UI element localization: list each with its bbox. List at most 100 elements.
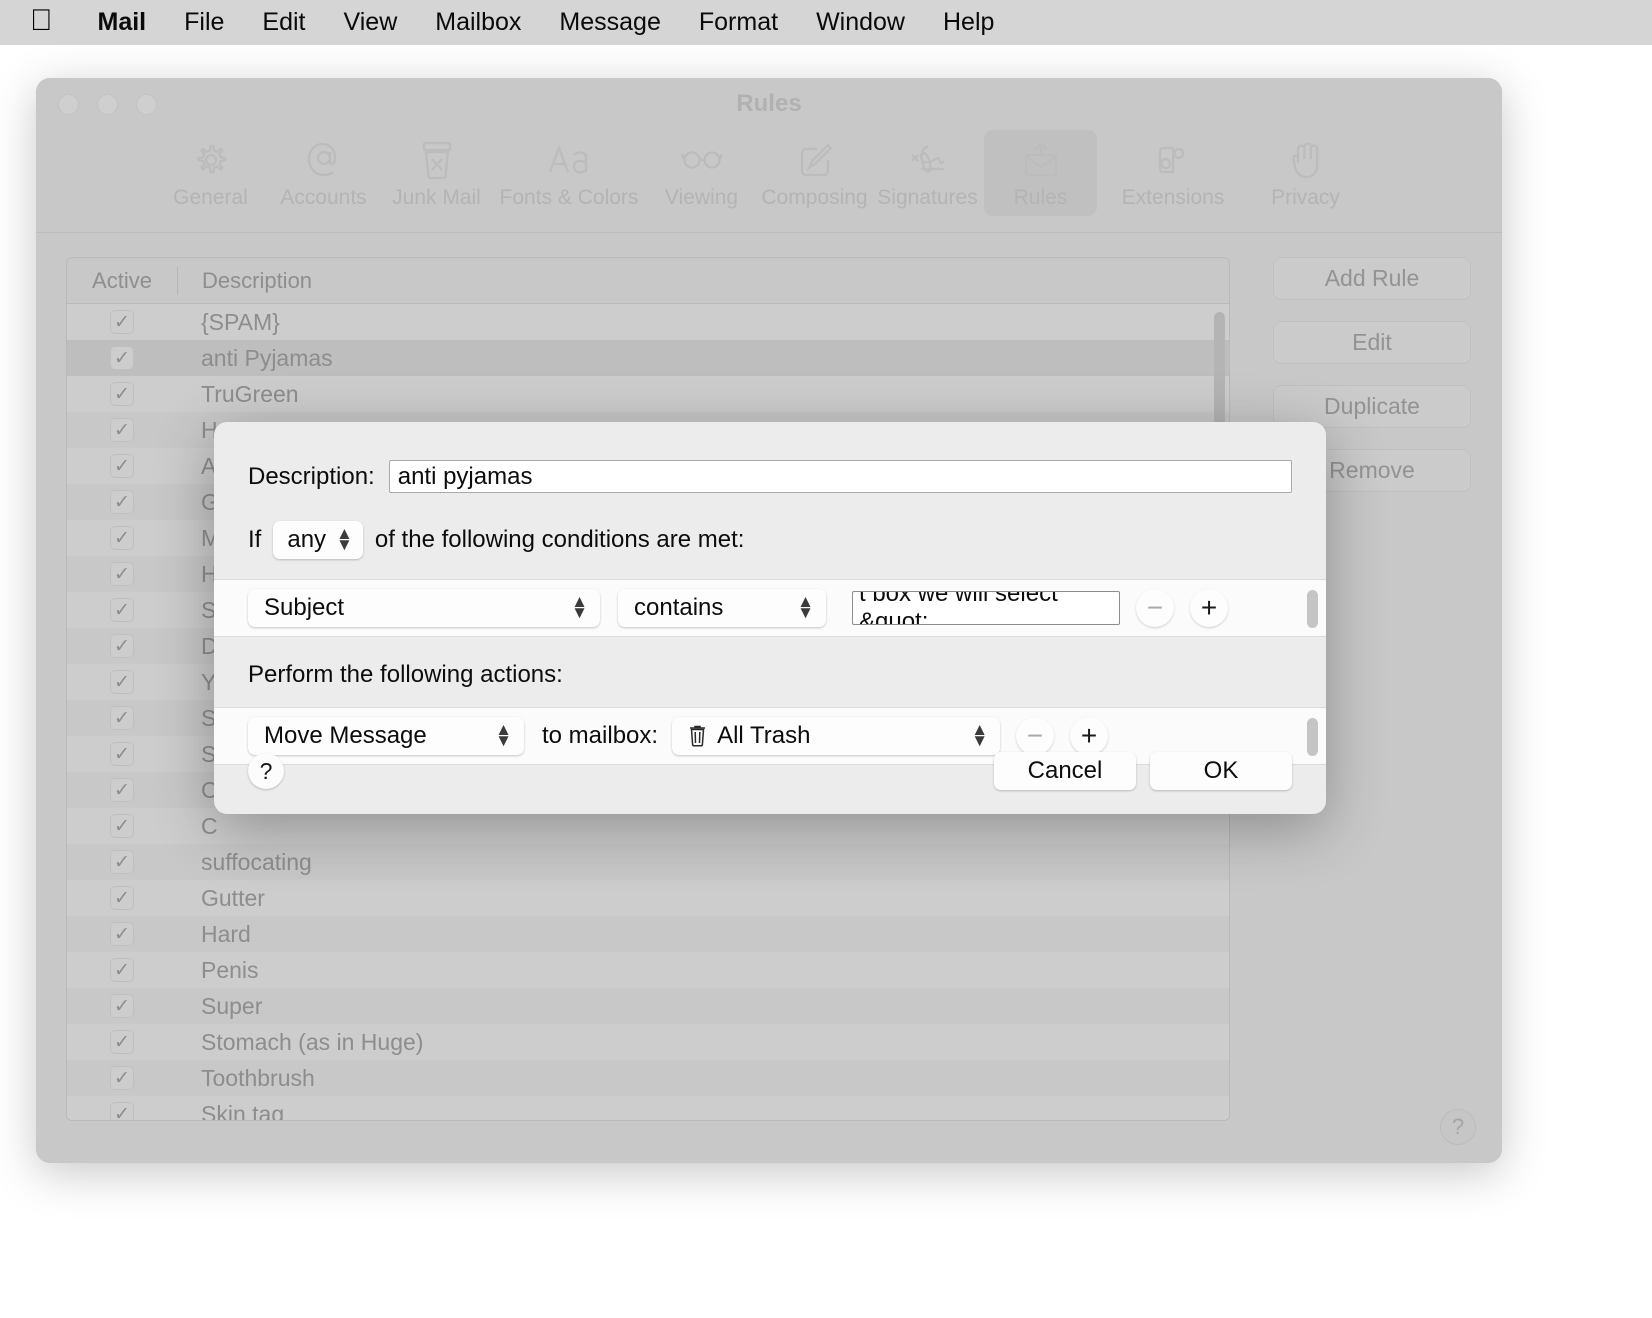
checkmark-icon[interactable]: ✓ bbox=[110, 814, 134, 838]
row-active-cell: ✓ bbox=[67, 346, 177, 370]
checkmark-icon[interactable]: ✓ bbox=[110, 742, 134, 766]
menu-item-edit[interactable]: Edit bbox=[243, 8, 324, 37]
checkmark-icon[interactable]: ✓ bbox=[110, 346, 134, 370]
checkmark-icon[interactable]: ✓ bbox=[110, 886, 134, 910]
menu-item-view[interactable]: View bbox=[325, 8, 417, 37]
checkmark-icon[interactable]: ✓ bbox=[110, 418, 134, 442]
checkmark-icon[interactable]: ✓ bbox=[110, 454, 134, 478]
edit-rule-button[interactable]: Edit bbox=[1273, 321, 1471, 364]
add-action-button[interactable]: + bbox=[1070, 717, 1109, 755]
column-header-active[interactable]: Active bbox=[67, 268, 177, 294]
toolbar-item-signatures[interactable]: Signatures bbox=[871, 130, 984, 216]
condition-field-select[interactable]: Subject ▲ ▼ bbox=[248, 589, 600, 627]
toolbar-item-rules[interactable]: Rules bbox=[984, 130, 1097, 216]
remove-condition-button[interactable]: − bbox=[1136, 589, 1174, 627]
add-condition-button[interactable]: + bbox=[1190, 589, 1228, 627]
toolbar-item-accounts[interactable]: Accounts bbox=[267, 130, 380, 216]
checkmark-icon[interactable]: ✓ bbox=[110, 634, 134, 658]
table-row[interactable]: ✓ Penis bbox=[67, 952, 1229, 988]
checkmark-icon[interactable]: ✓ bbox=[110, 1066, 134, 1090]
remove-action-button[interactable]: − bbox=[1016, 717, 1055, 755]
junk-bin-icon bbox=[414, 137, 460, 183]
condition-value-input[interactable]: t box we will select &quot; bbox=[852, 591, 1120, 625]
window-title: Rules bbox=[736, 90, 802, 117]
row-description-cell: H bbox=[201, 416, 218, 443]
toolbar-item-privacy[interactable]: Privacy bbox=[1249, 130, 1362, 216]
checkmark-icon[interactable]: ✓ bbox=[110, 850, 134, 874]
row-active-cell: ✓ bbox=[67, 526, 177, 550]
window-titlebar: Rules bbox=[36, 78, 1502, 130]
checkmark-icon[interactable]: ✓ bbox=[110, 562, 134, 586]
row-active-cell: ✓ bbox=[67, 1102, 177, 1120]
puzzle-piece-icon bbox=[1150, 137, 1196, 183]
window-help-button[interactable]: ? bbox=[1440, 1109, 1476, 1145]
table-row[interactable]: ✓ TruGreen bbox=[67, 376, 1229, 412]
column-header-description[interactable]: Description bbox=[178, 268, 312, 294]
checkmark-icon[interactable]: ✓ bbox=[110, 526, 134, 550]
checkmark-icon[interactable]: ✓ bbox=[110, 922, 134, 946]
menu-item-mail[interactable]: Mail bbox=[79, 8, 166, 37]
toolbar-item-fonts-colors[interactable]: Fonts & Colors bbox=[493, 130, 645, 216]
chevron-updown-icon: ▲ ▼ bbox=[797, 592, 814, 622]
menu-item-mailbox[interactable]: Mailbox bbox=[416, 8, 540, 37]
mailbox-value: All Trash bbox=[717, 722, 811, 749]
sheet-help-button[interactable]: ? bbox=[248, 753, 284, 789]
menu-item-window[interactable]: Window bbox=[797, 8, 924, 37]
cancel-button[interactable]: Cancel bbox=[994, 752, 1136, 790]
row-active-cell: ✓ bbox=[67, 706, 177, 730]
row-active-cell: ✓ bbox=[67, 742, 177, 766]
rules-table-header: Active Description bbox=[67, 258, 1229, 304]
table-row[interactable]: ✓ Hard bbox=[67, 916, 1229, 952]
gear-icon bbox=[188, 137, 234, 183]
toolbar-item-junk-mail[interactable]: Junk Mail bbox=[380, 130, 493, 216]
checkmark-icon[interactable]: ✓ bbox=[110, 958, 134, 982]
checkmark-icon[interactable]: ✓ bbox=[110, 706, 134, 730]
action-type-value: Move Message bbox=[264, 722, 427, 749]
checkmark-icon[interactable]: ✓ bbox=[110, 1102, 134, 1120]
mailbox-select[interactable]: All Trash ▲ ▼ bbox=[672, 717, 1001, 755]
menu-item-message[interactable]: Message bbox=[540, 8, 679, 37]
checkmark-icon[interactable]: ✓ bbox=[110, 778, 134, 802]
toolbar-item-extensions[interactable]: Extensions bbox=[1097, 130, 1249, 216]
description-input[interactable]: anti pyjamas bbox=[388, 460, 1292, 493]
checkmark-icon[interactable]: ✓ bbox=[110, 598, 134, 622]
menu-item-format[interactable]: Format bbox=[680, 8, 797, 37]
match-mode-select[interactable]: any ▲ ▼ bbox=[273, 521, 363, 559]
condition-field-value: Subject bbox=[264, 594, 345, 621]
toolbar-label-rules: Rules bbox=[1013, 186, 1068, 209]
table-row[interactable]: ✓ Toothbrush bbox=[67, 1060, 1229, 1096]
condition-operator-select[interactable]: contains ▲ ▼ bbox=[618, 589, 826, 627]
checkmark-icon[interactable]: ✓ bbox=[110, 382, 134, 406]
toolbar-label-extensions: Extensions bbox=[1121, 186, 1225, 209]
table-row[interactable]: ✓ anti Pyjamas bbox=[67, 340, 1229, 376]
table-row[interactable]: ✓ Stomach (as in Huge) bbox=[67, 1024, 1229, 1060]
table-row[interactable]: ✓ {SPAM} bbox=[67, 304, 1229, 340]
toolbar-item-viewing[interactable]: Viewing bbox=[645, 130, 758, 216]
description-row: Description: anti pyjamas bbox=[248, 460, 1292, 493]
table-row[interactable]: ✓ Skin tag bbox=[67, 1096, 1229, 1120]
conditions-scrollbar[interactable] bbox=[1307, 590, 1318, 628]
checkmark-icon[interactable]: ✓ bbox=[110, 1030, 134, 1054]
table-row[interactable]: ✓ suffocating bbox=[67, 844, 1229, 880]
row-active-cell: ✓ bbox=[67, 1066, 177, 1090]
ok-button[interactable]: OK bbox=[1150, 752, 1292, 790]
apple-logo-icon[interactable]:  bbox=[30, 5, 53, 36]
conditions-label: of the following conditions are met: bbox=[374, 526, 745, 553]
row-description-cell: Penis bbox=[201, 956, 259, 983]
checkmark-icon[interactable]: ✓ bbox=[110, 310, 134, 334]
actions-scrollbar[interactable] bbox=[1307, 718, 1318, 756]
row-active-cell: ✓ bbox=[67, 598, 177, 622]
add-rule-button[interactable]: Add Rule bbox=[1273, 257, 1471, 300]
if-label: If bbox=[248, 526, 262, 553]
menu-item-help[interactable]: Help bbox=[924, 8, 1013, 37]
action-type-select[interactable]: Move Message ▲ ▼ bbox=[248, 717, 524, 755]
table-row[interactable]: ✓ Gutter bbox=[67, 880, 1229, 916]
checkmark-icon[interactable]: ✓ bbox=[110, 994, 134, 1018]
compose-pencil-icon bbox=[792, 137, 838, 183]
checkmark-icon[interactable]: ✓ bbox=[110, 670, 134, 694]
toolbar-item-general[interactable]: General bbox=[154, 130, 267, 216]
menu-item-file[interactable]: File bbox=[165, 8, 243, 37]
table-row[interactable]: ✓ Super bbox=[67, 988, 1229, 1024]
checkmark-icon[interactable]: ✓ bbox=[110, 490, 134, 514]
toolbar-item-composing[interactable]: Composing bbox=[758, 130, 871, 216]
